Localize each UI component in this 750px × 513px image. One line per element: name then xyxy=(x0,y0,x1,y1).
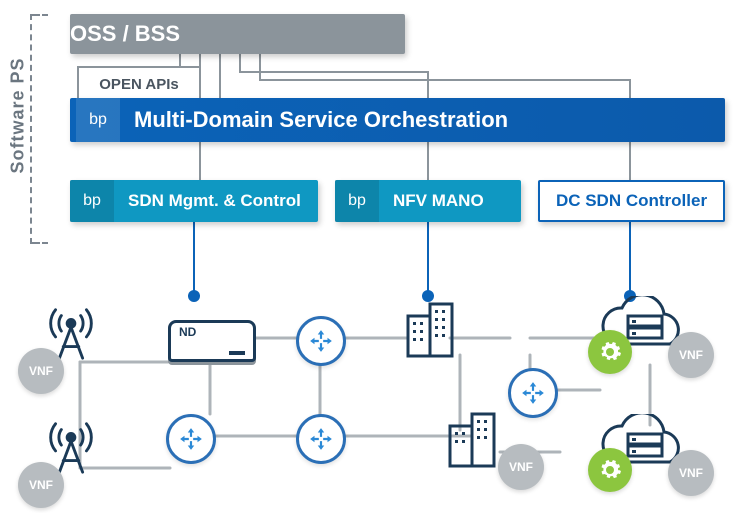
router-icon xyxy=(296,414,346,464)
connector-dot xyxy=(188,290,200,302)
oss-bss-block: OSS / BSS xyxy=(70,14,405,54)
dcsdn-label: DC SDN Controller xyxy=(540,191,723,211)
vnf-badge: VNF xyxy=(498,444,544,490)
software-ps-boundary xyxy=(30,14,40,244)
vnf-badge: VNF xyxy=(668,450,714,496)
mdso-label: Multi-Domain Service Orchestration xyxy=(134,107,725,133)
dc-sdn-controller-block: DC SDN Controller xyxy=(538,180,725,222)
diagram-canvas: Software PS OSS / BSS OPEN APIs bp Multi… xyxy=(0,0,750,513)
nd-label: ND xyxy=(179,325,196,339)
router-icon xyxy=(508,368,558,418)
gear-icon xyxy=(588,448,632,492)
bp-tag: bp xyxy=(70,180,114,222)
sdn-mgmt-control-block: bp SDN Mgmt. & Control xyxy=(70,180,318,222)
router-icon xyxy=(296,316,346,366)
vnf-badge: VNF xyxy=(18,348,64,394)
software-ps-sidebar-label: Software PS xyxy=(8,10,28,220)
building-icon xyxy=(444,408,500,468)
gear-icon xyxy=(588,330,632,374)
building-icon xyxy=(402,298,458,358)
bp-tag: bp xyxy=(76,98,120,142)
open-apis-label: OPEN APIs xyxy=(99,76,178,93)
network-device-icon: ND xyxy=(168,320,256,362)
nfv-label: NFV MANO xyxy=(393,191,521,211)
oss-bss-label: OSS / BSS xyxy=(70,21,405,47)
bp-tag: bp xyxy=(335,180,379,222)
multi-domain-service-orchestration-block: bp Multi-Domain Service Orchestration xyxy=(70,98,725,142)
vnf-badge: VNF xyxy=(18,462,64,508)
nfv-mano-block: bp NFV MANO xyxy=(335,180,521,222)
sdn-label: SDN Mgmt. & Control xyxy=(128,191,318,211)
router-icon xyxy=(166,414,216,464)
vnf-badge: VNF xyxy=(668,332,714,378)
open-apis-tab: OPEN APIs xyxy=(77,66,201,102)
